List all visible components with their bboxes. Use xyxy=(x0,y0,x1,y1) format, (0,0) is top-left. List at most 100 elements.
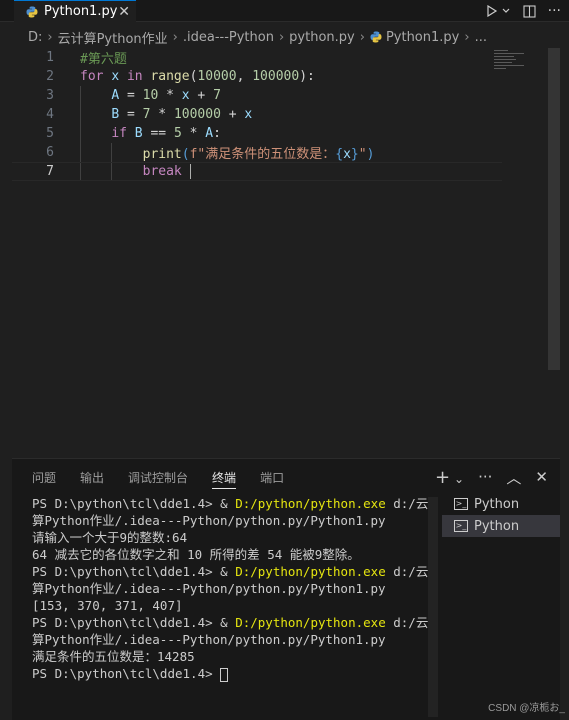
terminal-instance-label: Python xyxy=(474,518,520,534)
minimap[interactable] xyxy=(494,48,554,76)
variable: x xyxy=(181,88,190,103)
code-line: 2 for x in range(10000, 100000): xyxy=(12,67,502,86)
code-line: 3 A = 10 * x + 7 xyxy=(12,86,502,105)
operator: = xyxy=(119,88,143,103)
code-line: 6 print(f"满足条件的五位数是：{x}") xyxy=(12,143,502,162)
punctuation: : xyxy=(213,126,221,141)
tab-python1[interactable]: Python1.py ✕ xyxy=(14,0,136,22)
number: 7 xyxy=(213,88,221,103)
terminal-line: 算Python作业/.idea---Python/python.py/Pytho… xyxy=(32,581,386,596)
number: 5 xyxy=(173,126,182,141)
code-line-current: 7 break xyxy=(12,162,502,181)
terminal-line: [153, 370, 371, 407] xyxy=(32,598,183,613)
breadcrumb-folder[interactable]: .idea---Python xyxy=(183,30,274,45)
new-terminal-button[interactable]: + ⌄ xyxy=(435,467,464,488)
terminal-line: 64 减去它的各位数字之和 10 所得的差 54 能被9整除。 xyxy=(32,547,360,562)
line-number: 2 xyxy=(46,69,54,84)
chevron-right-icon: › xyxy=(172,29,178,45)
breadcrumb-folder[interactable]: 云计算Python作业 xyxy=(58,28,168,47)
terminal-line: PS D:\python\tcl\dde1.4> & D:/python/pyt… xyxy=(32,496,432,511)
run-button[interactable] xyxy=(486,5,511,17)
code-editor[interactable]: 1 #第六题 2 for x in range(10000, 100000): … xyxy=(12,48,560,458)
punctuation: { xyxy=(335,147,344,162)
close-icon[interactable]: ✕ xyxy=(535,468,548,486)
line-number: 1 xyxy=(46,50,54,65)
breadcrumb-symbol[interactable]: ... xyxy=(475,30,487,45)
bottom-panel: 问题 输出 调试控制台 终端 端口 + ⌄ ··· ︿ ✕ PS D:\pytho… xyxy=(12,458,560,720)
play-icon xyxy=(487,5,497,17)
tab-ports[interactable]: 端口 xyxy=(260,459,284,495)
operator: == xyxy=(142,126,174,141)
python-file-icon xyxy=(26,6,38,18)
operator: + xyxy=(189,88,214,103)
split-editor-button[interactable] xyxy=(523,4,536,18)
breadcrumb-drive[interactable]: D: xyxy=(28,30,42,45)
close-icon[interactable]: ✕ xyxy=(118,4,130,20)
string: f"满足条件的五位数是： xyxy=(189,147,336,162)
breadcrumb-file[interactable]: Python1.py xyxy=(386,30,459,45)
variable: A xyxy=(111,88,120,103)
line-number: 5 xyxy=(46,126,54,141)
punctuation: ): xyxy=(299,69,315,84)
terminal-line: 算Python作业/.idea---Python/python.py/Pytho… xyxy=(32,632,386,647)
more-icon[interactable]: ··· xyxy=(478,468,492,486)
add-icon: + xyxy=(434,466,451,488)
code-comment: #第六题 xyxy=(80,52,127,67)
operator: * xyxy=(150,107,174,122)
terminal-instance-label: Python xyxy=(474,496,520,512)
terminal-scrollbar[interactable] xyxy=(428,497,438,717)
editor-scrollbar[interactable] xyxy=(548,48,560,370)
maximize-icon[interactable]: ︿ xyxy=(506,467,521,488)
terminal-icon: >_ xyxy=(454,520,468,532)
terminal-cursor xyxy=(220,667,229,682)
line-number: 6 xyxy=(46,145,54,160)
breadcrumb-folder[interactable]: python.py xyxy=(289,30,355,45)
tab-output[interactable]: 输出 xyxy=(80,459,104,495)
terminal-line: PS D:\python\tcl\dde1.4> & D:/python/pyt… xyxy=(32,615,432,630)
operator: * xyxy=(181,126,206,141)
keyword: break xyxy=(142,164,182,179)
punctuation: ( xyxy=(181,147,190,162)
terminal-line: 满足条件的五位数是：14285 xyxy=(32,649,195,664)
code-line: 1 #第六题 xyxy=(12,48,502,67)
punctuation: } xyxy=(350,147,359,162)
variable: B xyxy=(134,126,143,141)
terminal-icon: >_ xyxy=(454,498,468,510)
keyword: in xyxy=(126,69,143,84)
breadcrumb: D: › 云计算Python作业 › .idea---Python › pyth… xyxy=(0,26,569,48)
punctuation: ) xyxy=(366,147,375,162)
terminal-list: >_ Python >_ Python xyxy=(442,493,560,537)
terminal-instance[interactable]: >_ Python xyxy=(442,515,560,537)
variable: x xyxy=(111,69,120,84)
punctuation: , xyxy=(236,69,253,84)
keyword: if xyxy=(111,126,127,141)
python-file-icon xyxy=(370,31,382,43)
panel-actions: + ⌄ ··· ︿ ✕ xyxy=(435,459,548,495)
variable: x xyxy=(244,107,253,122)
terminal-line: PS D:\python\tcl\dde1.4> & D:/python/pyt… xyxy=(32,564,432,579)
number: 100000 xyxy=(252,69,300,84)
keyword: for xyxy=(80,69,104,84)
terminal-output[interactable]: PS D:\python\tcl\dde1.4> & D:/python/pyt… xyxy=(32,495,432,715)
function-name: range xyxy=(150,69,190,84)
variable: x xyxy=(343,147,351,162)
tab-problems[interactable]: 问题 xyxy=(32,459,56,495)
operator: * xyxy=(158,88,182,103)
more-actions-button[interactable]: ··· xyxy=(548,3,561,19)
variable: B xyxy=(111,107,120,122)
number: 10000 xyxy=(197,69,237,84)
tab-terminal[interactable]: 终端 xyxy=(212,459,237,495)
watermark: CSDN @凉栀お_ xyxy=(488,703,565,714)
line-number: 7 xyxy=(46,164,54,179)
editor-actions: ··· xyxy=(486,0,561,22)
terminal-line: 算Python作业/.idea---Python/python.py/Pytho… xyxy=(32,513,386,528)
tab-debug-console[interactable]: 调试控制台 xyxy=(128,459,188,495)
line-number: 3 xyxy=(46,88,54,103)
terminal-line: 请输入一个大于9的整数:64 xyxy=(32,530,188,545)
chevron-right-icon: › xyxy=(278,29,285,45)
number: 100000 xyxy=(173,107,221,122)
split-editor-icon xyxy=(523,4,536,18)
operator: + xyxy=(220,107,245,122)
terminal-instance[interactable]: >_ Python xyxy=(442,493,560,515)
string: " xyxy=(358,147,367,162)
